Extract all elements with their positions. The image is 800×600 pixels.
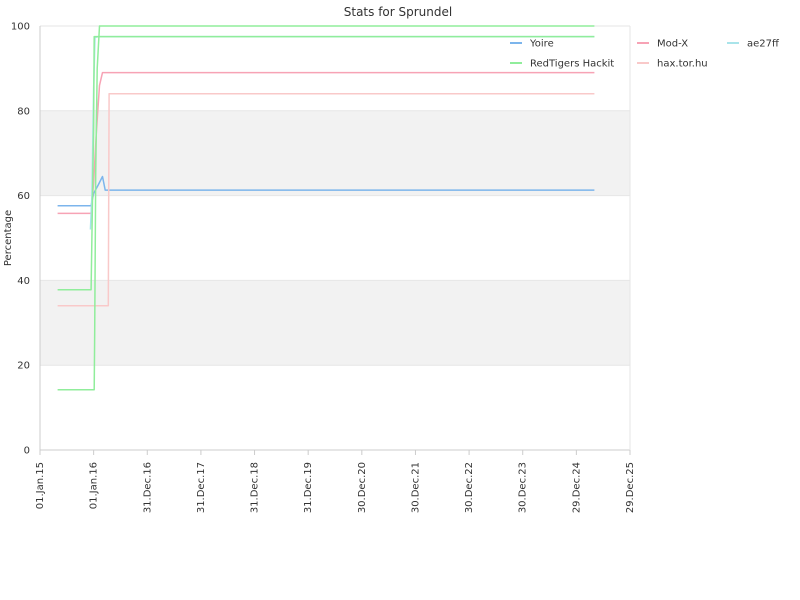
- grid-lines: [40, 25, 630, 451]
- x-tick-label: 31.Dec.18: [250, 462, 261, 513]
- x-tick-label: 01.Jan.16: [89, 462, 100, 509]
- y-axis-label: Percentage: [3, 210, 14, 266]
- legend-label: ae27ff: [747, 39, 780, 50]
- legend-label: Mod-X: [657, 39, 688, 50]
- y-tick-label: 100: [11, 22, 30, 33]
- x-axis-ticks: 01.Jan.15 01.Jan.16 31.Dec.16 31.Dec.17 31.D…: [35, 450, 636, 513]
- legend-label: RedTigers Hackit: [530, 59, 614, 70]
- plot-band: [40, 280, 630, 366]
- axes: [39, 26, 631, 451]
- x-tick-label: 30.Dec.23: [518, 462, 529, 513]
- plot-band: [40, 110, 630, 196]
- plot-bands: [40, 110, 630, 366]
- y-tick-label: 40: [17, 276, 30, 287]
- x-tick-label: 29.Dec.25: [625, 462, 636, 513]
- x-tick-label: 30.Dec.21: [410, 462, 421, 513]
- legend: Yoire Mod-X ae27ff RedTigers Hackit hax.tor.…: [510, 39, 780, 70]
- line-chart: 0 20 40 60 80 100 01.Jan.15 01.Jan.16 31.Dec.16…: [3, 5, 780, 513]
- y-tick-label: 80: [17, 106, 30, 117]
- x-tick-label: 31.Dec.17: [196, 462, 207, 513]
- x-tick-label: 31.Dec.16: [142, 462, 153, 513]
- x-tick-label: 01.Jan.15: [35, 462, 46, 509]
- chart-title: Stats for Sprundel: [344, 5, 452, 19]
- x-tick-label: 29.Dec.24: [571, 462, 582, 513]
- legend-label: hax.tor.hu: [657, 59, 708, 70]
- x-tick-label: 31.Dec.19: [303, 462, 314, 513]
- y-tick-label: 20: [17, 361, 30, 372]
- legend-label: Yoire: [529, 39, 554, 50]
- y-tick-label: 0: [24, 446, 30, 457]
- y-tick-label: 60: [17, 191, 30, 202]
- x-tick-label: 30.Dec.22: [464, 462, 475, 513]
- x-tick-label: 30.Dec.20: [357, 462, 368, 513]
